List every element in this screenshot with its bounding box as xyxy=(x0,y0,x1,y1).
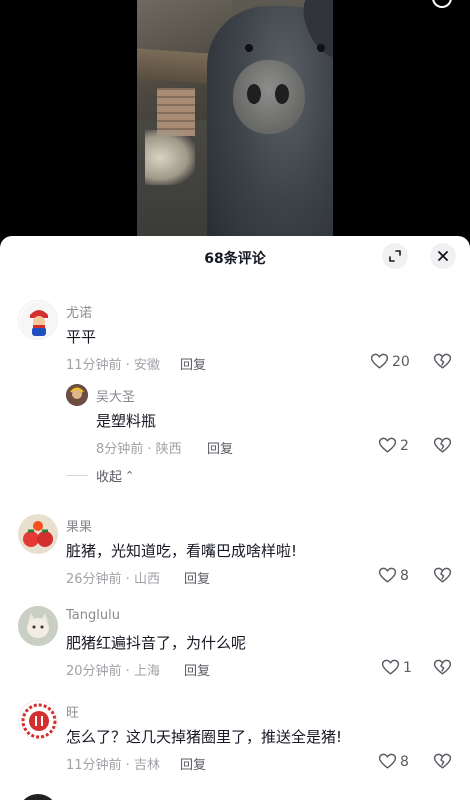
video-frame-pig xyxy=(137,0,333,250)
comment-text: 肥猪红遍抖音了，为什么呢 xyxy=(66,634,247,652)
dislike-button[interactable] xyxy=(433,352,453,372)
heart-icon xyxy=(378,753,397,769)
like-count: 20 xyxy=(392,353,410,370)
search-icon[interactable] xyxy=(432,0,452,8)
brick-wall xyxy=(157,88,195,136)
avatar[interactable] xyxy=(18,514,58,554)
pig-eye-left xyxy=(245,44,253,52)
heart-icon xyxy=(378,437,397,453)
like-button[interactable]: 20 xyxy=(370,352,410,371)
comment-text: 是塑料瓶 xyxy=(96,412,157,430)
comment-time-location: 11分钟前 · 安徽 xyxy=(66,358,160,373)
like-button[interactable]: 8 xyxy=(378,566,409,585)
avatar[interactable] xyxy=(18,300,58,340)
reply-button[interactable]: 回复 xyxy=(180,754,206,773)
expand-icon xyxy=(389,250,401,262)
heart-icon xyxy=(378,567,397,583)
pig-eye-right xyxy=(317,44,325,52)
collapse-divider xyxy=(66,475,88,476)
reply-button[interactable]: 回复 xyxy=(207,438,233,457)
like-button[interactable]: 2 xyxy=(378,436,409,455)
comment-username[interactable]: Tanglulu xyxy=(66,608,120,623)
reply-button[interactable]: 回复 xyxy=(184,568,210,587)
pig-snout xyxy=(233,60,305,134)
avatar[interactable] xyxy=(66,384,88,406)
broken-heart-icon xyxy=(433,353,452,369)
heart-icon xyxy=(370,353,389,369)
avatar[interactable] xyxy=(18,606,58,646)
comment-username[interactable]: 尤诺 xyxy=(66,302,92,321)
avatar[interactable] xyxy=(18,700,58,740)
like-count: 1 xyxy=(403,659,412,676)
pig-nostril-right xyxy=(275,84,289,104)
comment-text: 平平 xyxy=(66,328,97,346)
paper-cut-avatar-icon xyxy=(20,702,57,739)
like-count: 8 xyxy=(400,567,409,584)
avatar[interactable] xyxy=(18,794,58,800)
collapse-label: 收起 xyxy=(96,470,123,485)
collapse-replies-button[interactable]: 收起 ⌃ xyxy=(66,466,134,485)
dislike-button[interactable] xyxy=(433,566,453,586)
reply-button[interactable]: 回复 xyxy=(184,660,210,679)
comment-username[interactable]: 吴大圣 xyxy=(96,386,135,405)
light-patch xyxy=(145,130,195,185)
dislike-button[interactable] xyxy=(433,752,453,772)
mario-avatar-icon xyxy=(20,302,57,339)
monkey-king-avatar-icon xyxy=(66,384,88,406)
pig-nostril-left xyxy=(247,84,261,104)
video-player[interactable] xyxy=(0,0,470,250)
close-button[interactable] xyxy=(430,243,456,269)
heart-icon xyxy=(381,659,400,675)
broken-heart-icon xyxy=(433,437,452,453)
comment-username[interactable]: 旺 xyxy=(66,702,79,721)
comment-time-location: 20分钟前 · 上海 xyxy=(66,664,160,679)
comment-username[interactable]: 果果 xyxy=(66,516,92,535)
persimmon-avatar-icon xyxy=(18,514,58,554)
expand-button[interactable] xyxy=(382,243,408,269)
comment-time-location: 8分钟前 · 陕西 xyxy=(96,442,182,457)
sheet-header: 68条评论 xyxy=(0,236,470,276)
comment-sheet: 68条评论 尤诺 平平 11分钟前 · 安徽 回复 20 吴大圣 是塑料瓶 8分… xyxy=(0,236,470,800)
comment-time-location: 11分钟前 · 吉林 xyxy=(66,758,160,773)
comment-text: 脏猪，光知道吃，看嘴巴成啥样啦! xyxy=(66,542,298,560)
like-count: 8 xyxy=(400,753,409,770)
broken-heart-icon xyxy=(433,753,452,769)
dislike-button[interactable] xyxy=(433,436,453,456)
chevron-up-icon: ⌃ xyxy=(125,469,135,482)
comment-time-location: 26分钟前 · 山西 xyxy=(66,572,160,587)
broken-heart-icon xyxy=(433,659,452,675)
like-button[interactable]: 8 xyxy=(378,752,409,771)
broken-heart-icon xyxy=(433,567,452,583)
like-button[interactable]: 1 xyxy=(381,658,412,677)
like-count: 2 xyxy=(400,437,409,454)
dislike-button[interactable] xyxy=(433,658,453,678)
reply-button[interactable]: 回复 xyxy=(180,354,206,373)
comment-text: 怎么了？这几天掉猪圈里了，推送全是猪! xyxy=(66,728,343,746)
close-icon xyxy=(438,251,448,261)
cat-avatar-icon xyxy=(18,606,58,646)
